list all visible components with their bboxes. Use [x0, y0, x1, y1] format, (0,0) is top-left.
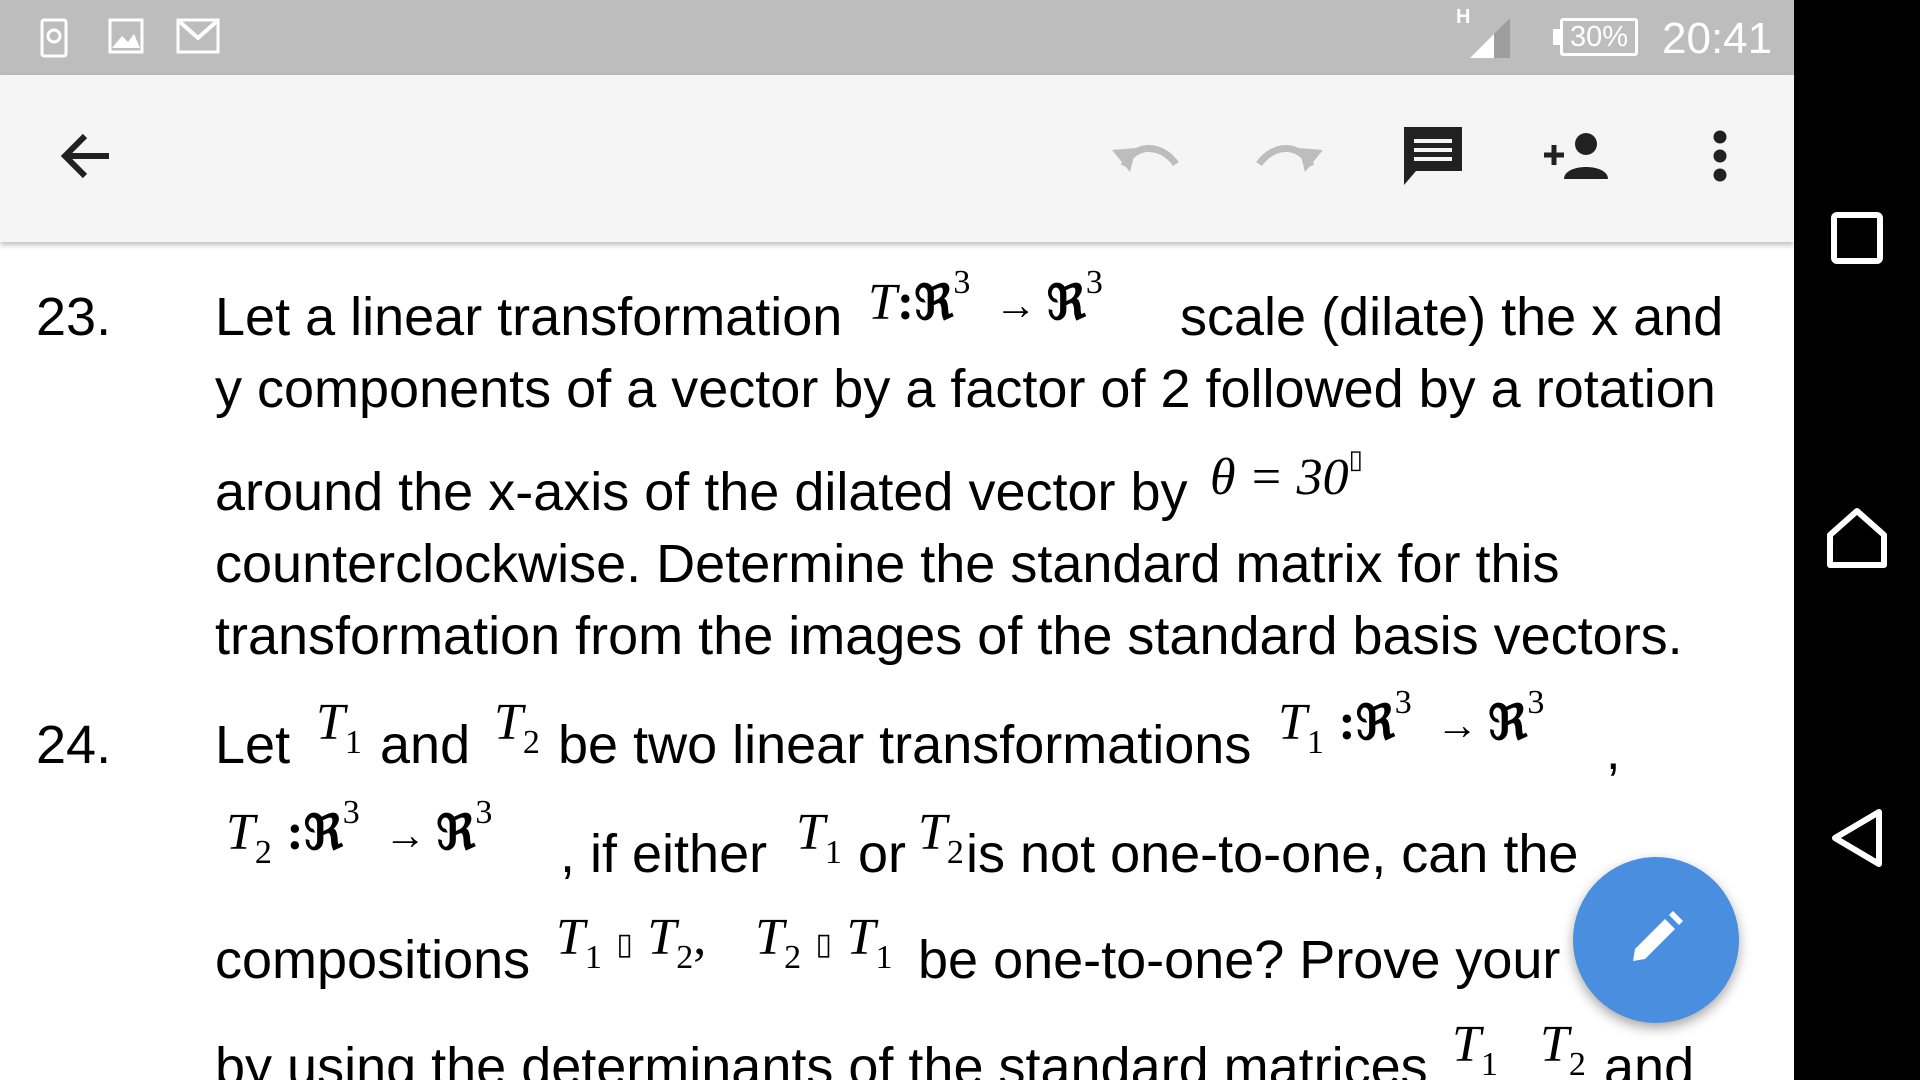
comment-button[interactable]	[1388, 75, 1478, 242]
math-comma: ,	[1606, 723, 1621, 781]
item-text-line: be one-to-one? Prove your	[918, 930, 1561, 990]
more-options-button[interactable]	[1680, 75, 1760, 242]
item-text-line: Let	[215, 715, 291, 775]
math-compositions: T1 ▯ T2, T2 ▯ T1	[556, 909, 893, 976]
browser-icon	[40, 18, 68, 63]
math-T2: T2	[918, 804, 964, 871]
item-text-line: compositions	[215, 930, 531, 990]
recents-button[interactable]	[1794, 185, 1920, 295]
redo-button[interactable]	[1245, 75, 1335, 242]
item-text-line: counterclockwise. Determine the standard…	[215, 534, 1560, 594]
item-text-line: and	[380, 715, 471, 775]
item-text-line: around the x-axis of the dilated vector …	[215, 462, 1188, 522]
item-text-line: scale (dilate) the x and	[1180, 287, 1724, 347]
app-toolbar	[0, 75, 1794, 242]
math-T2: T2	[494, 694, 540, 761]
redo-icon	[1255, 136, 1325, 181]
more-vert-icon	[1713, 130, 1727, 187]
math-T1-map: T1 :ℜ3 → ℜ3	[1278, 684, 1545, 761]
item-text-line: is not one-to-one, can the	[966, 824, 1579, 884]
comment-icon	[1402, 125, 1464, 192]
signal-icon	[1468, 16, 1512, 65]
edit-fab-button[interactable]	[1573, 857, 1739, 1023]
math-T-map: T:ℜ3 → ℜ3	[868, 264, 1103, 331]
item-text-line: transformation from the images of the st…	[215, 606, 1683, 666]
home-button[interactable]	[1794, 485, 1920, 595]
item-text-line: be two linear transformations	[558, 715, 1252, 775]
square-icon	[1831, 211, 1883, 269]
image-icon	[108, 18, 144, 59]
status-bar: H 30% 20:41	[0, 0, 1794, 75]
battery-indicator: 30%	[1560, 18, 1638, 56]
pencil-icon	[1627, 909, 1685, 972]
battery-nub	[1553, 29, 1560, 45]
back-nav-button[interactable]	[1794, 785, 1920, 895]
document-view[interactable]: 23. Let a linear transformation T:ℜ3 → ℜ3…	[0, 242, 1794, 1080]
navigation-bar	[1794, 0, 1920, 1080]
math-T1: T1	[1452, 1016, 1498, 1080]
back-button[interactable]	[40, 75, 130, 242]
math-T1: T1	[316, 694, 362, 761]
item-text-line: , if either	[560, 824, 768, 884]
item-text-line: y components of a vector by a factor of …	[215, 359, 1716, 419]
add-person-icon	[1542, 131, 1612, 186]
item-number: 24.	[36, 715, 112, 775]
item-number: 23.	[36, 287, 112, 347]
arrow-left-icon	[59, 132, 111, 185]
item-text-line: or	[858, 824, 907, 884]
math-T2: T2	[1540, 1016, 1586, 1080]
math-theta: θ = 30▯	[1210, 445, 1363, 506]
gmail-icon	[176, 18, 220, 59]
clock: 20:41	[1662, 14, 1773, 63]
circle-home-icon	[1826, 507, 1888, 574]
item-text-line: Let a linear transformation	[215, 287, 843, 347]
triangle-back-icon	[1829, 808, 1885, 873]
item-text-line: by using the determinants of the standar…	[215, 1037, 1428, 1080]
share-button[interactable]	[1532, 75, 1622, 242]
undo-icon	[1110, 136, 1180, 181]
math-T1: T1	[796, 804, 842, 871]
undo-button[interactable]	[1100, 75, 1190, 242]
item-text-line: and	[1604, 1037, 1695, 1080]
math-T2-map: T2 :ℜ3 → ℜ3	[226, 794, 493, 871]
